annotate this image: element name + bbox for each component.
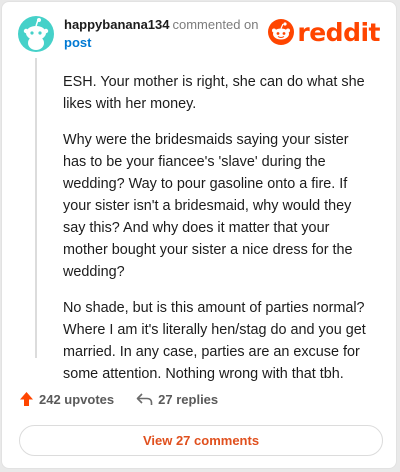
snoo-avatar-icon[interactable] [18,16,54,52]
reddit-snoo-logo-icon [268,19,295,45]
comment-body: ESH. Your mother is right, she can do wh… [63,71,373,399]
comment-card: happybanana134 commented on post reddit E… [1,1,397,469]
reply-button[interactable]: 27 replies [136,392,218,407]
comment-paragraph: No shade, but is this amount of parties … [63,300,366,382]
comment-header: happybanana134 commented on [64,17,259,32]
username-link[interactable]: happybanana134 [64,17,170,32]
reddit-logo[interactable]: reddit [268,19,380,45]
upvote-count: 242 upvotes [39,391,115,407]
post-link[interactable]: post [64,35,91,50]
view-comments-button[interactable]: View 27 comments [19,425,383,456]
comment-action-text: commented on [172,17,259,32]
thread-line[interactable] [35,58,37,358]
reddit-wordmark: reddit [297,17,380,47]
comment-paragraph: Why were the bridesmaids saying your sis… [63,132,353,280]
comment-footer: 242 upvotes 27 replies [19,391,240,407]
upvote-arrow-icon [20,392,33,406]
upvote-button[interactable]: 242 upvotes [19,391,114,407]
comment-paragraph: ESH. Your mother is right, she can do wh… [63,74,365,112]
reply-arrow-icon [136,393,153,405]
reply-count: 27 replies [158,391,219,407]
